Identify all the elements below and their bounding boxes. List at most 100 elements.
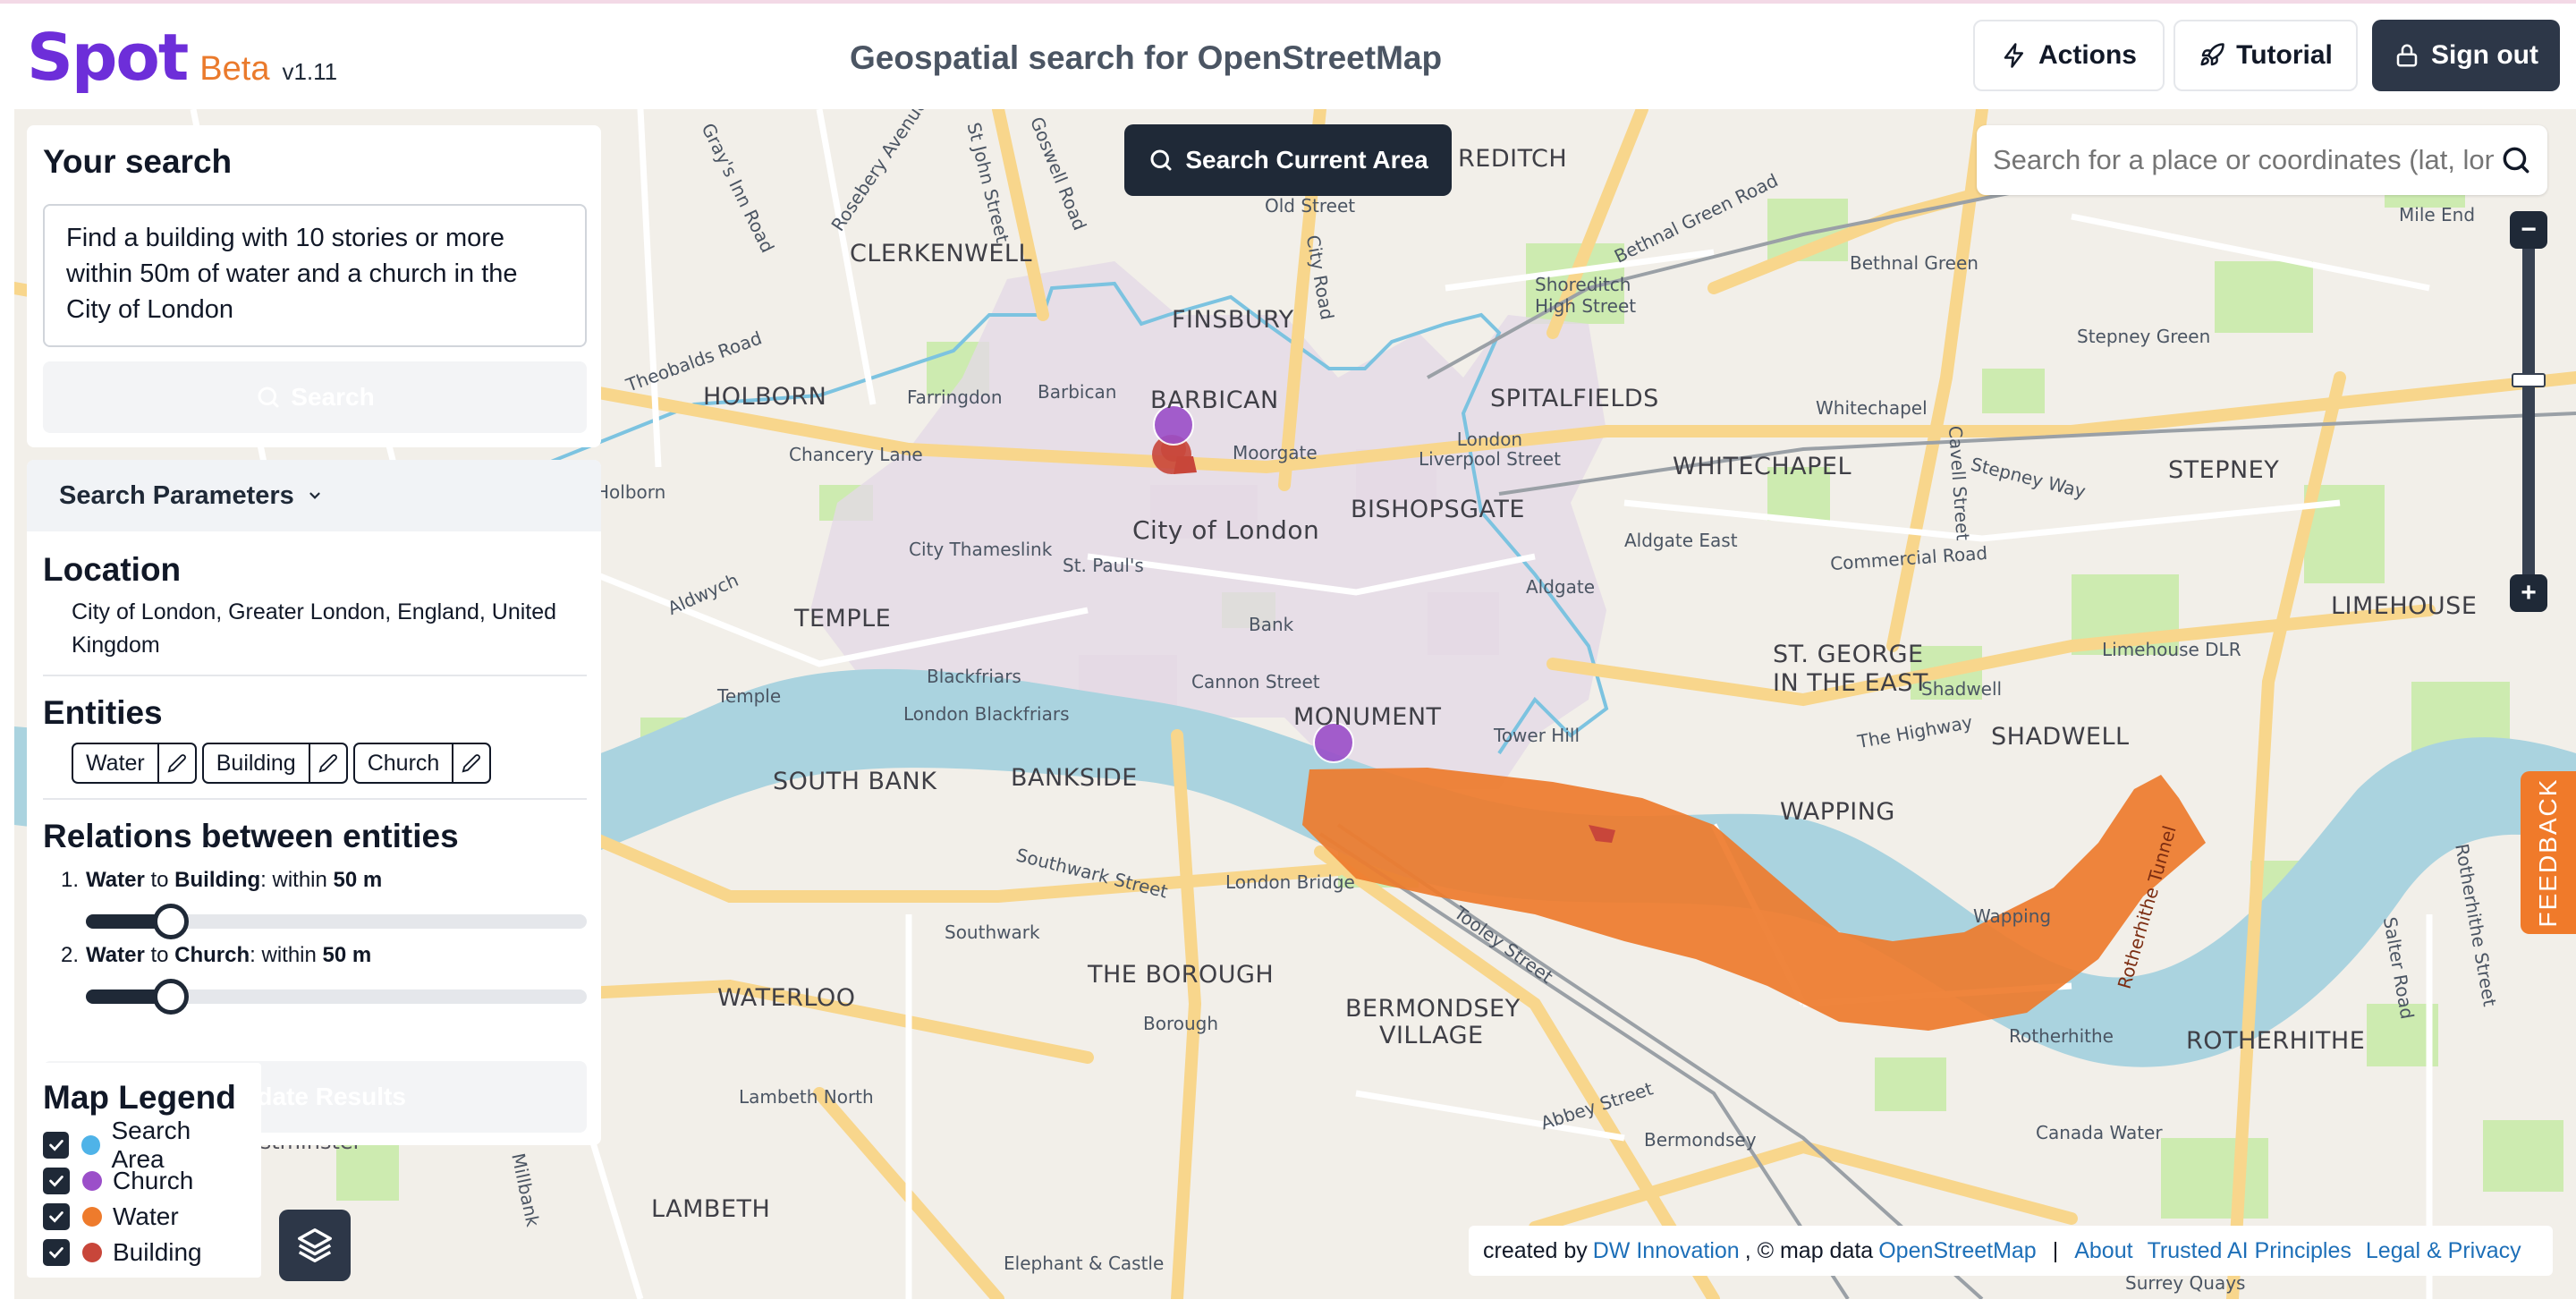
relation-2-text: 2. Water to Church: within 50 m	[61, 943, 372, 967]
about-link[interactable]: About	[2074, 1238, 2132, 1264]
place-search-input[interactable]	[1993, 144, 2494, 176]
openstreetmap-link[interactable]: OpenStreetMap	[1878, 1238, 2037, 1264]
sign-out-label: Sign out	[2431, 40, 2538, 70]
check-icon	[48, 1140, 64, 1151]
app-logo[interactable]: Spot Beta v1.11	[27, 20, 337, 95]
relation-1-slider[interactable]	[86, 904, 587, 939]
legend-checkbox[interactable]	[43, 1132, 70, 1159]
entities-title: Entities	[43, 694, 163, 731]
lightning-icon	[2004, 43, 2023, 68]
legend-dot	[82, 1171, 102, 1191]
search-button[interactable]: Search	[43, 361, 587, 433]
attrib-created-by: created by	[1483, 1237, 1588, 1263]
location-title: Location	[43, 551, 182, 588]
entity-chip-church[interactable]: Church	[352, 743, 492, 784]
map-label-old-street: Old Street	[1265, 195, 1356, 217]
search-current-area-label: Search Current Area	[1185, 146, 1428, 174]
zoom-track[interactable]	[2522, 229, 2535, 605]
map-attribution: created by DW Innovation , © map data Op…	[1469, 1226, 2553, 1276]
map-label-farringdon: Farringdon	[907, 386, 1003, 408]
map-label-bankside: BANKSIDE	[1011, 764, 1138, 792]
map-label-whitechapel: WHITECHAPEL	[1673, 453, 1852, 480]
place-search-bar	[1977, 125, 2547, 195]
legend-label: Church	[113, 1167, 194, 1194]
rocket-icon	[2200, 43, 2224, 66]
search-icon	[258, 386, 279, 408]
search-current-area-button[interactable]: Search Current Area	[1124, 124, 1452, 196]
entity-chip-building[interactable]: Building	[201, 743, 348, 784]
legend-item-search-area[interactable]: Search Area	[43, 1117, 245, 1173]
version-label: v1.11	[282, 58, 338, 85]
sign-out-button[interactable]: Sign out	[2372, 20, 2560, 91]
map-label-stepney: STEPNEY	[2168, 456, 2280, 484]
map-label-london-blackfriars: London Blackfriars	[903, 703, 1070, 725]
feedback-tab[interactable]: FEEDBACK	[2521, 771, 2576, 934]
relation-1-text: 1. Water to Building: within 50 m	[61, 868, 383, 892]
map-label-st-george-2: IN THE EAST	[1773, 669, 1928, 697]
pencil-icon	[318, 754, 337, 773]
zoom-handle[interactable]	[2512, 373, 2546, 388]
legend-checkbox[interactable]	[43, 1203, 70, 1230]
legend-item-building[interactable]: Building	[43, 1235, 245, 1270]
legend-label: Building	[113, 1238, 202, 1266]
legend-checkbox[interactable]	[43, 1168, 70, 1194]
map-label-stepney-green: Stepney Green	[2077, 326, 2211, 347]
map-label-temple-station: Temple	[717, 685, 782, 707]
map-label-bishopsgate: BISHOPSGATE	[1351, 496, 1525, 523]
relation-from: Water	[86, 868, 145, 892]
relation-distance: 50 m	[333, 868, 383, 892]
map-label-city-of-london: City of London	[1132, 515, 1320, 545]
map-label-barbican-station: Barbican	[1038, 381, 1117, 403]
pencil-icon	[167, 754, 186, 773]
slider-knob[interactable]	[153, 979, 190, 1015]
feedback-label: FEEDBACK	[2534, 777, 2562, 928]
edit-church-button[interactable]	[453, 744, 489, 782]
map-label-bermondsey-station: Bermondsey	[1644, 1129, 1757, 1151]
layers-button[interactable]	[279, 1210, 351, 1281]
entity-chip-water[interactable]: Water	[72, 743, 197, 784]
legal-privacy-link[interactable]: Legal & Privacy	[2366, 1238, 2521, 1264]
search-parameters-toggle[interactable]: Search Parameters	[27, 460, 601, 531]
search-parameters-title: Search Parameters	[59, 480, 294, 510]
relation-prefix: within	[261, 943, 317, 967]
map-label-aldgate-east: Aldgate East	[1624, 530, 1738, 551]
zoom-out-button[interactable]: −	[2510, 211, 2547, 249]
map-label-barbican: BARBICAN	[1150, 386, 1279, 414]
legend-checkbox[interactable]	[43, 1239, 70, 1266]
map-label-bank: Bank	[1249, 614, 1294, 635]
legend-item-water[interactable]: Water	[43, 1199, 245, 1235]
map-label-shadwell: SHADWELL	[1991, 723, 2130, 751]
map-label-bermondsey-1: BERMONDSEY	[1345, 995, 1521, 1023]
attrib-map-data: , © map data	[1744, 1237, 1874, 1263]
divider	[43, 798, 587, 800]
relation-distance: 50 m	[322, 943, 372, 967]
relation-2-slider[interactable]	[86, 979, 587, 1015]
zoom-slider[interactable]: − +	[2510, 211, 2547, 614]
query-textarea[interactable]: Find a building with 10 stories or more …	[43, 204, 587, 347]
map-label-shoreditch: REDITCH	[1458, 145, 1568, 173]
edit-building-button[interactable]	[310, 744, 346, 782]
attrib-divider: |	[2052, 1237, 2059, 1263]
search-card: Your search Find a building with 10 stor…	[27, 125, 601, 447]
map-label-bethnal-green: Bethnal Green	[1850, 252, 1979, 274]
map-label-rotherhithe: ROTHERHITHE	[2186, 1027, 2366, 1055]
logo-text: Spot	[27, 20, 189, 95]
tutorial-button[interactable]: Tutorial	[2174, 20, 2358, 91]
trusted-ai-link[interactable]: Trusted AI Principles	[2148, 1238, 2351, 1264]
map-label-chancery-lane: Chancery Lane	[789, 444, 923, 465]
chevron-down-icon	[309, 492, 320, 499]
map-label-waterloo: WATERLOO	[717, 984, 856, 1012]
actions-button[interactable]: Actions	[1973, 20, 2165, 91]
map-label-london-bridge: London Bridge	[1225, 871, 1355, 893]
dw-innovation-link[interactable]: DW Innovation	[1593, 1238, 1740, 1264]
slider-knob[interactable]	[153, 904, 190, 939]
search-icon[interactable]	[2499, 143, 2533, 177]
map-label-monument: MONUMENT	[1293, 703, 1442, 731]
map-label-limehouse: LIMEHOUSE	[2331, 592, 2478, 620]
edit-water-button[interactable]	[159, 744, 195, 782]
zoom-in-button[interactable]: +	[2510, 574, 2547, 612]
relation-to: Building	[174, 868, 261, 892]
map-label-canada-water: Canada Water	[2036, 1122, 2163, 1143]
map-label-city-thameslink: City Thameslink	[909, 539, 1053, 560]
map-label-shoreditch-high-street: Shoreditch High Street	[1535, 274, 1637, 317]
